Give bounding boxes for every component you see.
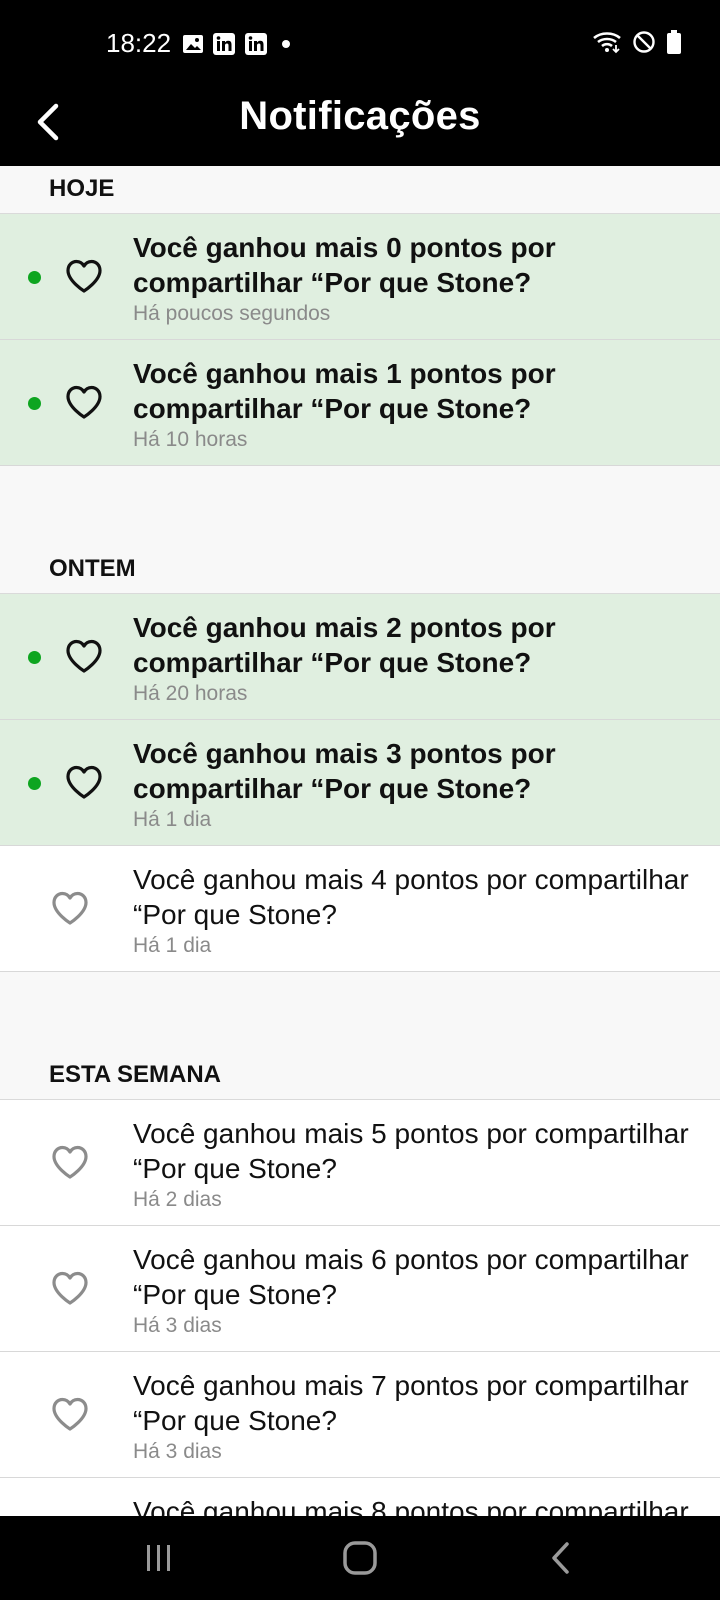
unread-indicator bbox=[28, 777, 41, 790]
notification-item[interactable]: Você ganhou mais 5 pontos por compartilh… bbox=[0, 1100, 720, 1226]
notification-text: Você ganhou mais 7 pontos por compartilh… bbox=[133, 1368, 693, 1464]
section-header: ONTEM bbox=[0, 546, 720, 594]
notification-time: Há 1 dia bbox=[133, 934, 212, 957]
notification-item[interactable]: Você ganhou mais 7 pontos por compartilh… bbox=[0, 1352, 720, 1478]
notification-item[interactable]: Você ganhou mais 6 pontos por compartilh… bbox=[0, 1226, 720, 1352]
notification-text: Você ganhou mais 0 pontos por compartilh… bbox=[133, 230, 693, 326]
notification-message: Você ganhou mais 6 pontos por compartilh… bbox=[133, 1244, 689, 1310]
notification-message: Você ganhou mais 4 pontos por compartilh… bbox=[133, 864, 689, 930]
notification-message: Você ganhou mais 3 pontos por compartilh… bbox=[133, 738, 556, 804]
heart-icon bbox=[65, 384, 103, 420]
heart-icon bbox=[65, 258, 103, 294]
notification-item[interactable]: Você ganhou mais 3 pontos por compartilh… bbox=[0, 720, 720, 846]
battery-icon bbox=[666, 30, 682, 59]
notification-text: Você ganhou mais 2 pontos por compartilh… bbox=[133, 610, 693, 706]
section-header: ESTA SEMANA bbox=[0, 1052, 720, 1100]
recent-apps-icon bbox=[147, 1545, 170, 1571]
recent-apps-button[interactable] bbox=[138, 1538, 178, 1578]
notification-time: Há 3 dias bbox=[133, 1314, 222, 1337]
status-system-icons bbox=[592, 30, 682, 59]
notification-time: Há 2 dias bbox=[133, 1188, 222, 1211]
wifi-icon bbox=[592, 30, 622, 59]
section-spacer bbox=[0, 972, 720, 1052]
home-icon bbox=[343, 1541, 377, 1575]
unread-indicator bbox=[28, 271, 41, 284]
image-icon bbox=[182, 33, 204, 60]
dot-icon bbox=[276, 34, 296, 59]
heart-icon bbox=[51, 1396, 89, 1432]
notification-text: Você ganhou mais 3 pontos por compartilh… bbox=[133, 736, 693, 832]
heart-icon bbox=[51, 890, 89, 926]
section-spacer bbox=[0, 466, 720, 546]
heart-icon bbox=[65, 638, 103, 674]
notification-item[interactable]: Você ganhou mais 8 pontos por compartilh… bbox=[0, 1478, 720, 1516]
status-time: 18:22 bbox=[106, 28, 172, 58]
heart-icon bbox=[51, 1144, 89, 1180]
notification-time: Há 10 horas bbox=[133, 428, 248, 451]
linkedin-icon bbox=[244, 32, 268, 61]
notification-time: Há 1 dia bbox=[133, 808, 212, 831]
status-bar: 18:22 bbox=[0, 0, 720, 80]
notification-item[interactable]: Você ganhou mais 0 pontos por compartilh… bbox=[0, 214, 720, 340]
notification-text: Você ganhou mais 1 pontos por compartilh… bbox=[133, 356, 693, 452]
notification-message: Você ganhou mais 2 pontos por compartilh… bbox=[133, 612, 556, 678]
notification-message: Você ganhou mais 8 pontos por compartilh… bbox=[133, 1496, 689, 1516]
notification-message: Você ganhou mais 0 pontos por compartilh… bbox=[133, 232, 556, 298]
system-back-button[interactable] bbox=[542, 1538, 582, 1578]
back-icon bbox=[552, 1542, 569, 1574]
notification-item[interactable]: Você ganhou mais 2 pontos por compartilh… bbox=[0, 594, 720, 720]
heart-icon bbox=[65, 764, 103, 800]
notification-time: Há 20 horas bbox=[133, 682, 248, 705]
notification-text: Você ganhou mais 5 pontos por compartilh… bbox=[133, 1116, 693, 1212]
notification-text: Você ganhou mais 8 pontos por compartilh… bbox=[133, 1494, 693, 1516]
unread-indicator bbox=[28, 651, 41, 664]
section-header: HOJE bbox=[0, 166, 720, 214]
heart-icon bbox=[51, 1270, 89, 1306]
notification-text: Você ganhou mais 6 pontos por compartilh… bbox=[133, 1242, 693, 1338]
linkedin-icon bbox=[212, 32, 236, 61]
notification-text: Você ganhou mais 4 pontos por compartilh… bbox=[133, 862, 693, 958]
notification-time: Há 3 dias bbox=[133, 1440, 222, 1463]
notification-list[interactable]: HOJE Você ganhou mais 0 pontos por compa… bbox=[0, 166, 720, 1516]
notification-item[interactable]: Você ganhou mais 1 pontos por compartilh… bbox=[0, 340, 720, 466]
notification-message: Você ganhou mais 1 pontos por compartilh… bbox=[133, 358, 556, 424]
status-notification-icons bbox=[182, 32, 296, 61]
notification-time: Há poucos segundos bbox=[133, 302, 331, 325]
page-title: Notificações bbox=[239, 94, 481, 138]
app-bar: Notificações bbox=[0, 80, 720, 166]
notification-message: Você ganhou mais 7 pontos por compartilh… bbox=[133, 1370, 689, 1436]
unread-indicator bbox=[28, 397, 41, 410]
do-not-disturb-icon bbox=[632, 30, 656, 59]
notification-message: Você ganhou mais 5 pontos por compartilh… bbox=[133, 1118, 689, 1184]
home-button[interactable] bbox=[340, 1538, 380, 1578]
navigation-bar bbox=[0, 1516, 720, 1600]
notification-item[interactable]: Você ganhou mais 4 pontos por compartilh… bbox=[0, 846, 720, 972]
